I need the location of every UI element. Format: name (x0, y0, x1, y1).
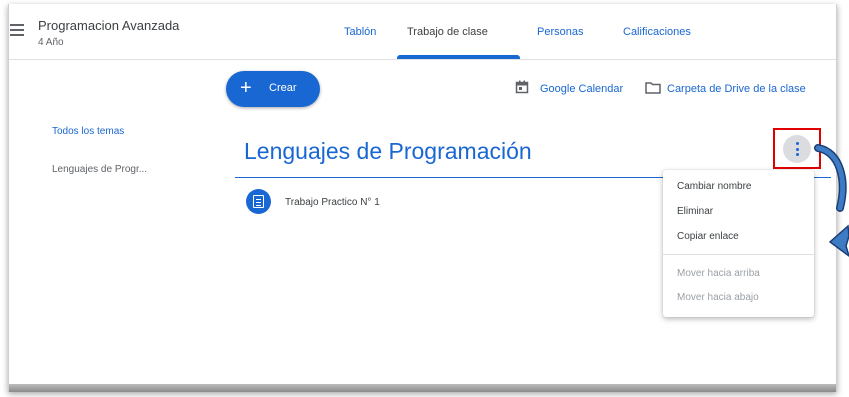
menu-item-copy-link[interactable]: Copiar enlace (677, 231, 739, 242)
classroom-window: Programacion Avanzada 4 Año Tablón Traba… (8, 4, 837, 392)
arrow-head-icon (828, 224, 849, 257)
create-button[interactable]: + Crear (226, 71, 320, 107)
google-calendar-link[interactable]: Google Calendar (540, 83, 623, 95)
sidebar-item-topic[interactable]: Lenguajes de Progr... (52, 164, 147, 175)
tab-calificaciones[interactable]: Calificaciones (623, 26, 691, 38)
menu-divider (663, 254, 814, 255)
menu-item-delete[interactable]: Eliminar (677, 206, 713, 217)
sidebar-item-all-topics[interactable]: Todos los temas (52, 126, 124, 137)
assignment-item[interactable]: Trabajo Practico N° 1 (285, 197, 380, 208)
folder-icon[interactable] (645, 81, 661, 94)
menu-item-rename[interactable]: Cambiar nombre (677, 181, 751, 192)
tab-trabajo-de-clase[interactable]: Trabajo de clase (407, 26, 488, 38)
assignment-icon (246, 189, 271, 214)
plus-icon: + (240, 77, 252, 99)
drive-folder-link[interactable]: Carpeta de Drive de la clase (667, 83, 806, 95)
tab-personas[interactable]: Personas (537, 26, 583, 38)
annotation-arrows (814, 144, 849, 257)
course-subtitle: 4 Año (38, 37, 64, 48)
topic-title: Lenguajes de Programación (244, 138, 532, 164)
menu-item-move-down: Mover hacia abajo (677, 292, 759, 303)
window-bottom-edge (9, 384, 836, 392)
top-bar: Programacion Avanzada 4 Año Tablón Traba… (9, 4, 836, 60)
tab-tablon[interactable]: Tablón (344, 26, 376, 38)
hamburger-menu-icon[interactable] (10, 24, 24, 36)
course-title[interactable]: Programacion Avanzada (38, 18, 179, 33)
topic-options-menu: Cambiar nombre Eliminar Copiar enlace Mo… (663, 170, 814, 317)
active-tab-indicator (397, 55, 520, 59)
calendar-icon[interactable] (515, 80, 529, 94)
create-button-label: Crear (269, 82, 297, 94)
menu-item-move-up: Mover hacia arriba (677, 268, 760, 279)
